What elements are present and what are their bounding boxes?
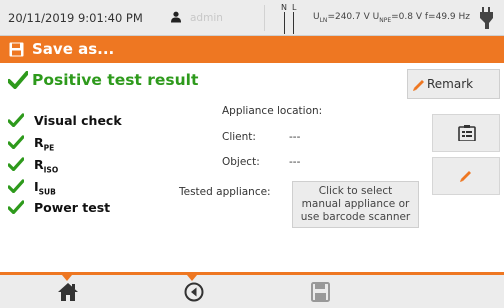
check-icon <box>8 135 24 149</box>
select-line-2: manual appliance or <box>301 198 410 210</box>
check-label: RISO <box>34 157 58 175</box>
nl-indicator: N L <box>281 3 301 35</box>
check-icon <box>8 113 24 127</box>
title-bar: Save as... <box>0 36 504 63</box>
status-measurements: ULN=240.7 V UNPE=0.8 V f=49.9 Hz <box>313 12 470 24</box>
status-user: admin <box>190 12 223 24</box>
check-icon <box>8 179 24 193</box>
check-label: Visual check <box>34 113 122 131</box>
check-label-sub: ISO <box>43 165 59 175</box>
check-label: RPE <box>34 135 54 153</box>
tested-appliance-label: Tested appliance: <box>179 186 271 198</box>
check-icon <box>8 157 24 171</box>
uln-value: =240.7 V <box>327 12 370 22</box>
status-datetime: 20/11/2019 9:01:40 PM <box>8 11 143 25</box>
check-label-main: Power test <box>34 200 111 215</box>
check-item-isub: ISUB <box>8 177 188 197</box>
unpe-sub: NPE <box>379 16 392 24</box>
save-button[interactable] <box>308 281 332 303</box>
pencil-icon <box>413 80 424 91</box>
check-label-main: R <box>34 135 44 150</box>
check-label: ISUB <box>34 179 56 197</box>
select-line-3: use barcode scanner <box>300 211 411 223</box>
check-label-main: Visual check <box>34 113 122 128</box>
check-label-main: R <box>34 157 44 172</box>
remark-label: Remark <box>427 77 474 91</box>
unpe-value: =0.8 V <box>391 12 423 22</box>
object-value: --- <box>289 156 301 168</box>
check-label: Power test <box>34 200 110 218</box>
edit-button[interactable] <box>432 157 500 195</box>
nl-l-line <box>293 12 294 34</box>
nl-l-label: L <box>292 3 297 12</box>
check-item-power: Power test <box>8 198 188 218</box>
check-label-sub: SUB <box>38 187 56 197</box>
back-icon <box>184 282 204 302</box>
client-label: Client: <box>222 131 256 143</box>
result-title: Positive test result <box>32 71 199 89</box>
select-line-1: Click to select <box>318 185 393 197</box>
frequency-value: f=49.9 Hz <box>424 12 470 22</box>
object-label: Object: <box>222 156 260 168</box>
check-item-visual: Visual check <box>8 111 188 131</box>
page-title: Save as... <box>32 40 115 58</box>
clipboard-icon <box>458 125 476 141</box>
plug-icon <box>480 7 493 29</box>
remark-button[interactable]: Remark <box>407 69 500 99</box>
floppy-disk-icon <box>311 282 330 302</box>
uln-label: U <box>313 12 320 22</box>
clipboard-button[interactable] <box>432 114 500 152</box>
check-item-rpe: RPE <box>8 133 188 153</box>
client-value: --- <box>289 131 301 143</box>
user-icon <box>171 11 181 23</box>
check-item-riso: RISO <box>8 155 188 175</box>
nl-n-label: N <box>281 3 287 12</box>
select-appliance-button[interactable]: Click to select manual appliance or use … <box>292 181 419 228</box>
status-bar: 20/11/2019 9:01:40 PM admin N L U LN =240.… <box>0 0 504 36</box>
nl-n-line <box>284 12 285 34</box>
check-icon <box>8 200 24 214</box>
back-button[interactable] <box>182 281 206 303</box>
status-divider <box>264 5 265 31</box>
floppy-disk-icon <box>9 42 24 57</box>
check-label-sub: PE <box>43 143 55 153</box>
home-button[interactable] <box>56 281 80 303</box>
pencil-icon <box>460 171 471 182</box>
check-icon <box>8 71 28 89</box>
home-icon <box>58 283 78 301</box>
appliance-location-label: Appliance location: <box>222 105 323 117</box>
